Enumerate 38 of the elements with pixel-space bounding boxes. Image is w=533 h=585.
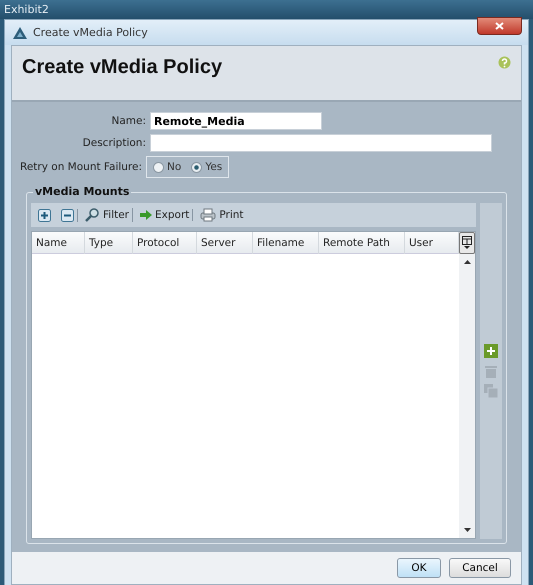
radio-option[interactable]: No <box>153 161 182 173</box>
add-icon[interactable] <box>484 344 498 358</box>
field-label: Retry on Mount Failure: <box>20 161 142 173</box>
dialog-heading: Create vMedia Policy <box>22 56 222 80</box>
add-icon <box>38 208 51 222</box>
magnifier-icon <box>85 208 100 222</box>
close-button[interactable] <box>477 17 522 35</box>
name-field[interactable]: Remote_Media <box>150 112 322 130</box>
close-icon <box>495 22 504 30</box>
remove-icon <box>61 208 74 222</box>
frame-title: Exhibit2 <box>0 0 533 19</box>
column-header[interactable]: Protocol <box>133 232 197 254</box>
scroll-down-icon[interactable] <box>464 528 470 532</box>
radio-option[interactable]: Yes <box>191 161 222 173</box>
printer-icon <box>200 208 216 222</box>
columns-icon <box>462 236 472 250</box>
export-button[interactable]: Export <box>137 209 194 221</box>
column-header[interactable]: Name <box>32 232 85 254</box>
column-header[interactable]: Filename <box>253 232 319 254</box>
field-label: Name: <box>110 115 146 127</box>
column-header[interactable]: Type <box>85 232 133 254</box>
dialog-button[interactable]: OK <box>397 558 441 578</box>
dialog-button[interactable]: Cancel <box>449 558 511 578</box>
field-label: Description: <box>82 137 146 149</box>
remove-button[interactable] <box>58 208 78 222</box>
filter-button[interactable]: Filter <box>82 208 134 222</box>
triangle-logo-icon <box>13 26 27 38</box>
column-header[interactable]: Server <box>197 232 253 254</box>
print-button[interactable]: Print <box>197 208 247 222</box>
scroll-up-icon[interactable] <box>464 260 470 264</box>
column-header[interactable]: Remote Path <box>319 232 405 254</box>
group-title: vMedia Mounts <box>33 185 132 198</box>
scrollbar[interactable] <box>459 232 475 538</box>
window-title: Create vMedia Policy <box>33 26 148 39</box>
column-chooser-button[interactable] <box>459 232 475 254</box>
description-field[interactable] <box>150 134 492 152</box>
arrow-icon <box>140 210 152 220</box>
add-button[interactable] <box>35 208 54 222</box>
